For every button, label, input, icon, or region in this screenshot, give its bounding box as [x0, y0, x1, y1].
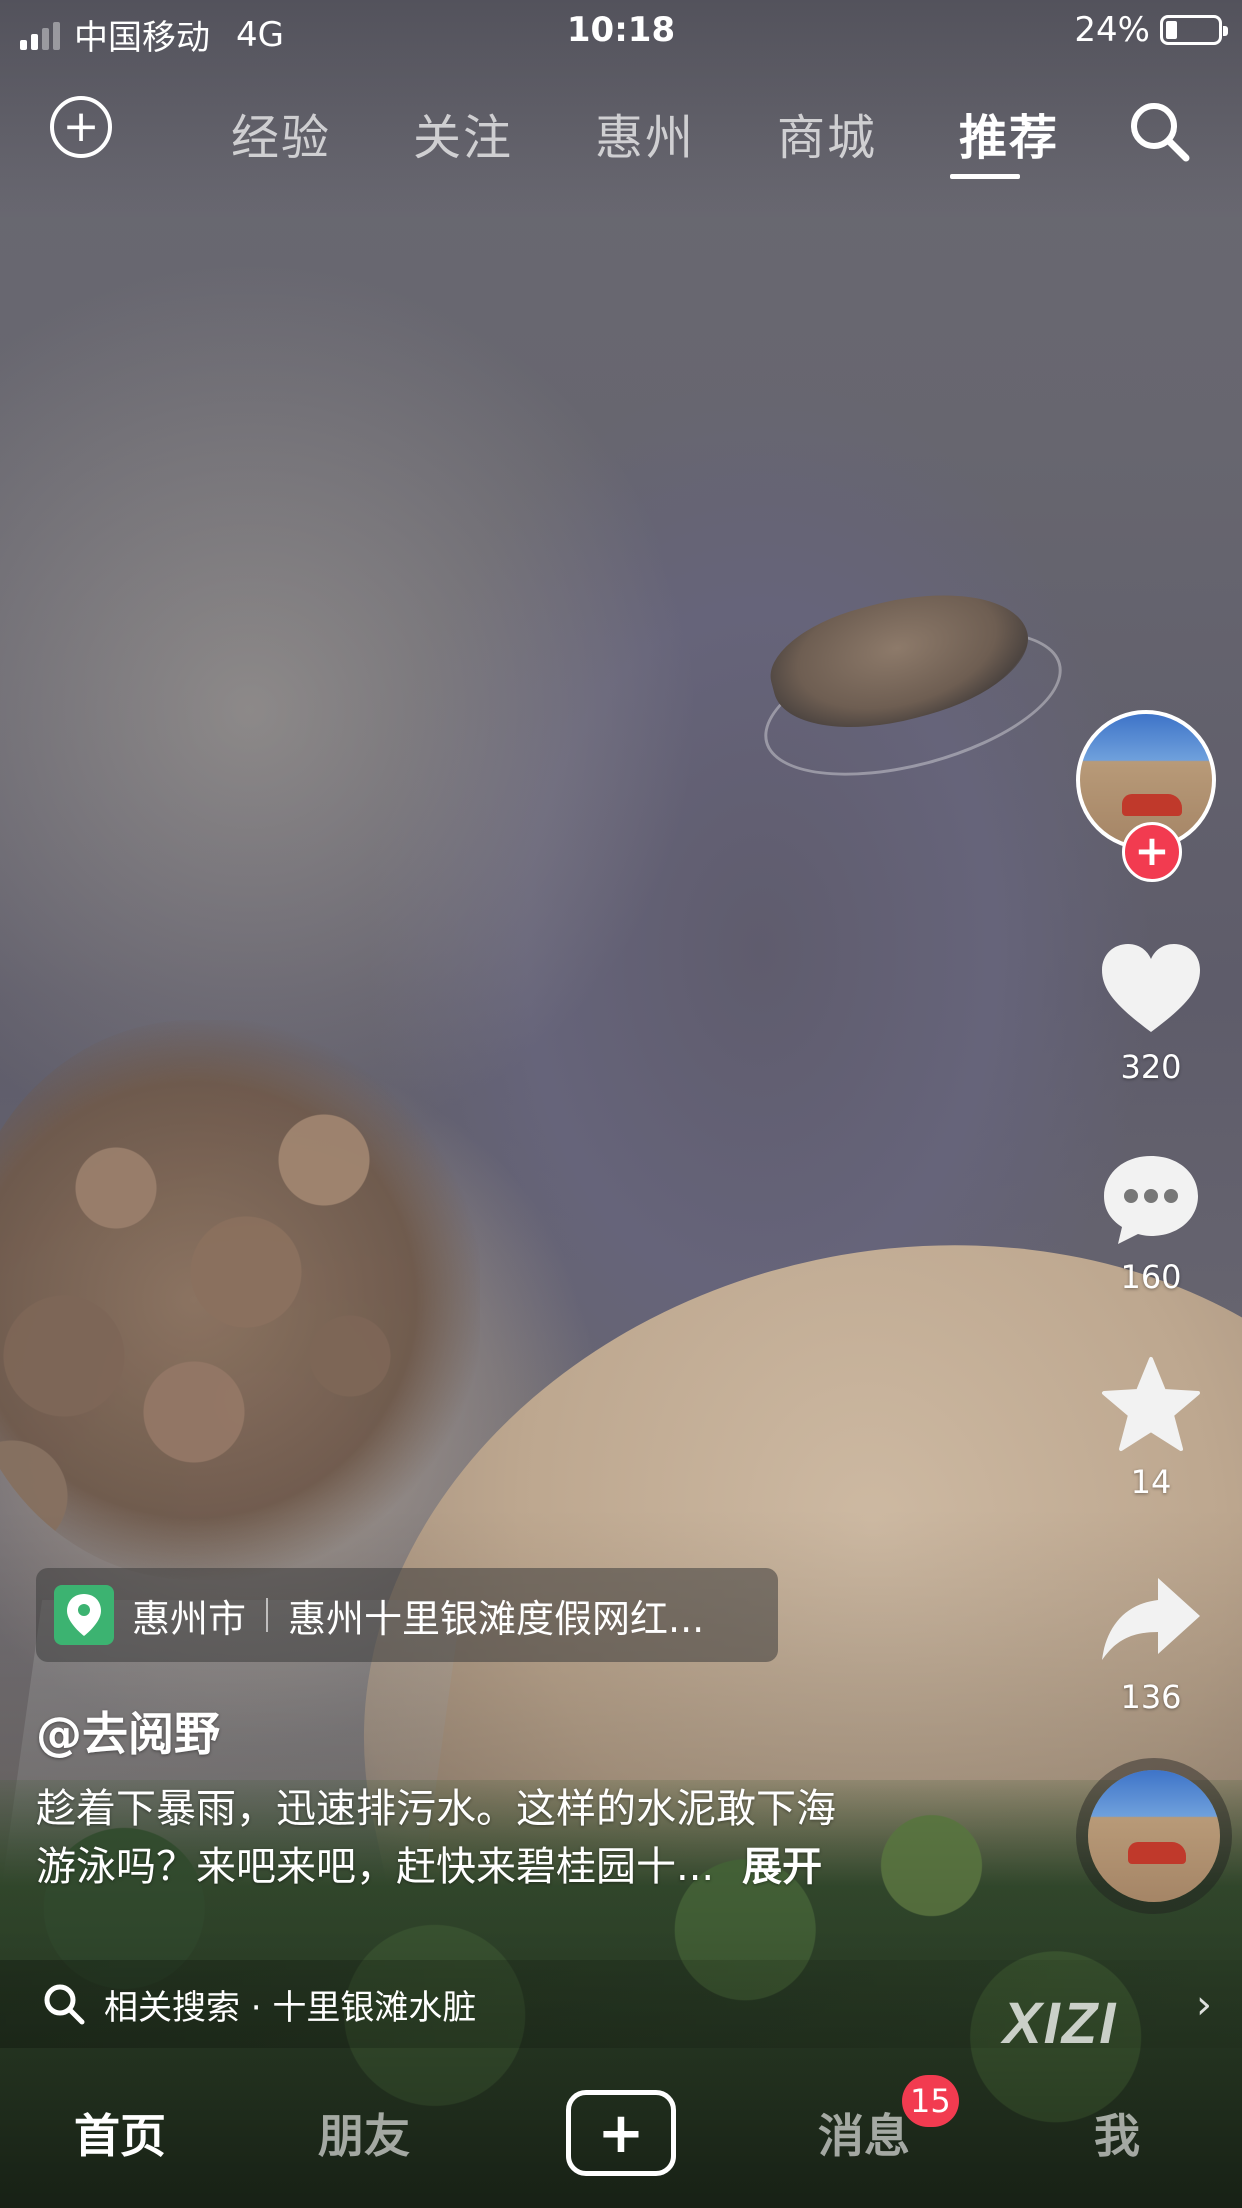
- caption-line-2: 游泳吗？来吧来吧，赶快来碧桂园十...: [36, 1844, 715, 1890]
- caption-line-2-wrap: 游泳吗？来吧来吧，赶快来碧桂园十... 展开: [36, 1838, 956, 1896]
- plus-icon: +: [597, 2100, 645, 2166]
- heart-icon: [1102, 944, 1200, 1032]
- create-button[interactable]: +: [566, 2090, 676, 2176]
- rock-pile: [0, 1020, 480, 1580]
- battery-percent: 24%: [1074, 10, 1150, 50]
- tab-friends[interactable]: 朋友: [318, 2100, 410, 2166]
- tab-following[interactable]: 关注: [372, 98, 554, 168]
- tab-local-huizhou[interactable]: 惠州: [554, 98, 736, 168]
- comment-button[interactable]: 160: [1076, 1150, 1226, 1296]
- share-button[interactable]: 136: [1076, 1570, 1226, 1716]
- music-disc[interactable]: [1088, 1770, 1220, 1902]
- active-tab-indicator: [950, 174, 1020, 179]
- tab-inbox[interactable]: 消息: [818, 2100, 910, 2166]
- favorite-button[interactable]: 14: [1076, 1355, 1226, 1501]
- related-search-text: 相关搜索 · 十里银滩水脏: [104, 1987, 477, 2028]
- chevron-right-icon: ›: [1196, 1982, 1212, 2028]
- search-icon: [44, 1984, 85, 2025]
- tab-experience[interactable]: 经验: [190, 98, 372, 168]
- like-button[interactable]: 320: [1076, 940, 1226, 1086]
- status-bar: 中国移动 4G 10:18 24%: [0, 0, 1242, 62]
- watermark-logo: XIZI: [1003, 1991, 1118, 2056]
- like-count: 320: [1120, 1048, 1182, 1086]
- search-icon[interactable]: [1124, 96, 1194, 166]
- follow-plus-icon[interactable]: +: [1122, 822, 1182, 882]
- tab-home[interactable]: 首页: [74, 2100, 166, 2166]
- share-arrow-icon: [1102, 1578, 1200, 1660]
- location-pin-icon: [54, 1585, 114, 1645]
- location-city: 惠州市: [132, 1596, 247, 1641]
- post-caption: 趁着下暴雨，迅速排污水。这样的水泥敢下海 游泳吗？来吧来吧，赶快来碧桂园十...…: [36, 1780, 956, 1896]
- battery-icon: [1160, 15, 1228, 45]
- share-count: 136: [1120, 1678, 1182, 1716]
- comment-count: 160: [1120, 1258, 1182, 1296]
- location-divider: [266, 1598, 269, 1632]
- favorite-count: 14: [1130, 1463, 1172, 1501]
- top-tabs: 经验 关注 惠州 商城 推荐: [190, 98, 1100, 168]
- author-handle[interactable]: @去阅野: [36, 1698, 220, 1764]
- tab-recommended[interactable]: 推荐: [918, 98, 1100, 168]
- top-nav: + 经验 关注 惠州 商城 推荐: [0, 88, 1242, 188]
- star-icon: [1102, 1357, 1200, 1451]
- tab-me[interactable]: 我: [1094, 2100, 1140, 2166]
- expand-caption-button[interactable]: 展开: [742, 1844, 822, 1890]
- add-circle-icon[interactable]: +: [50, 96, 112, 158]
- caption-line-1: 趁着下暴雨，迅速排污水。这样的水泥敢下海: [36, 1786, 836, 1832]
- comment-icon: [1104, 1156, 1198, 1244]
- bottom-tab-bar: 首页 朋友 + 消息 我: [0, 2068, 1242, 2208]
- tab-mall[interactable]: 商城: [736, 98, 918, 168]
- location-place: 惠州十里银滩度假网红...: [288, 1596, 705, 1641]
- inbox-badge: 15: [902, 2075, 959, 2127]
- location-tag[interactable]: 惠州市 惠州十里银滩度假网红...: [36, 1568, 778, 1662]
- clock: 10:18: [566, 10, 676, 50]
- status-right: 24%: [1074, 10, 1228, 50]
- author-avatar-group[interactable]: +: [1076, 710, 1222, 882]
